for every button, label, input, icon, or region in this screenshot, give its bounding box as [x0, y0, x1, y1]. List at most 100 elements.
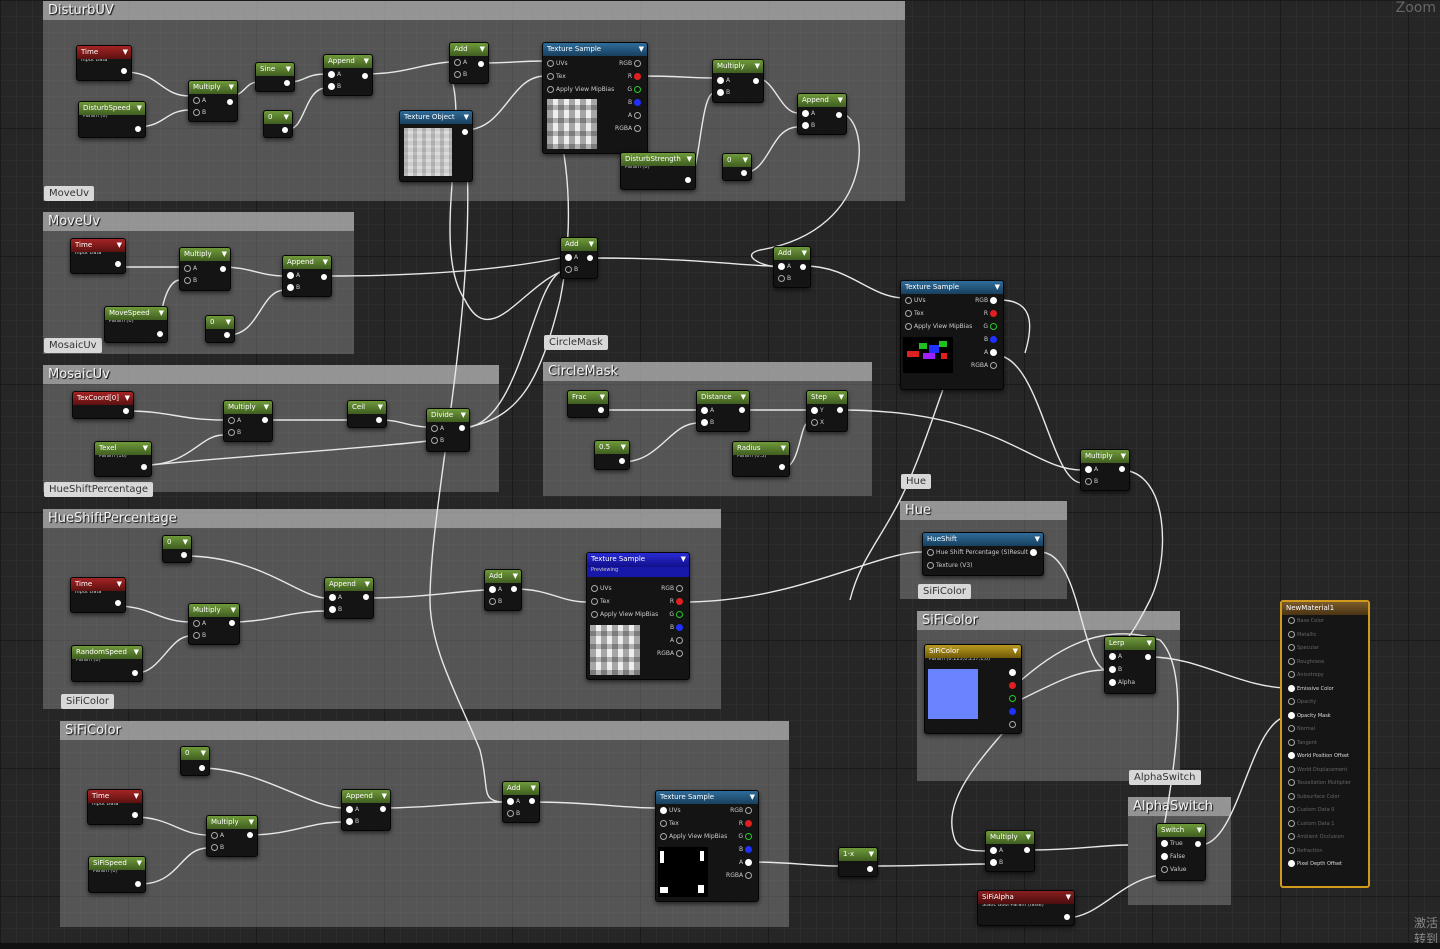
collapse-arrow-icon[interactable]: ▼	[869, 848, 874, 861]
collapse-arrow-icon[interactable]: ▼	[755, 60, 760, 73]
material-input-pin[interactable]: Roughness	[1282, 656, 1368, 670]
randomspeed-param-node[interactable]: RandomSpeed ▼ Param (0)	[71, 645, 143, 682]
output-pin[interactable]	[229, 620, 235, 626]
input-pin-a[interactable]: A	[802, 110, 815, 117]
input-pin-a[interactable]: A	[507, 798, 520, 805]
material-input-pin[interactable]: Normal	[1282, 723, 1368, 737]
sificolor-param-node[interactable]: SiFiColor ▼ Param (0.125,0.237,1,0)	[924, 644, 1022, 734]
collapse-arrow-icon[interactable]: ▼	[639, 43, 644, 56]
input-pin-alpha[interactable]: Alpha	[1109, 679, 1135, 686]
output-pin-a[interactable]: A	[670, 637, 685, 644]
comment-bubble-circlemask[interactable]: CircleMask	[544, 335, 608, 350]
output-pin[interactable]	[157, 331, 163, 337]
output-pin-b[interactable]: B	[670, 624, 685, 631]
input-pin-true[interactable]: True	[1161, 840, 1183, 847]
output-pin[interactable]	[462, 129, 468, 135]
multiply-node[interactable]: Multiply ▼ A B	[712, 59, 764, 103]
texcoord-node[interactable]: TexCoord[0] ▼	[72, 391, 134, 419]
collapse-arrow-icon[interactable]: ▼	[226, 316, 231, 329]
input-pin-b[interactable]: B	[1109, 666, 1122, 673]
input-pin-a[interactable]: A	[211, 832, 224, 839]
collapse-arrow-icon[interactable]: ▼	[134, 646, 139, 659]
material-input-pin[interactable]: Tangent	[1282, 737, 1368, 751]
output-pin[interactable]	[459, 425, 465, 431]
collapse-arrow-icon[interactable]: ▼	[461, 409, 466, 422]
material-input-pin[interactable]: Custom Data 1	[1282, 818, 1368, 832]
collapse-arrow-icon[interactable]: ▼	[222, 248, 227, 261]
input-pin-a[interactable]: A	[701, 407, 714, 414]
collapse-arrow-icon[interactable]: ▼	[743, 154, 748, 167]
output-pin-rgb[interactable]: RGB	[661, 585, 685, 592]
output-pin[interactable]	[247, 832, 253, 838]
output-pin-r[interactable]: R	[670, 598, 685, 605]
output-pin[interactable]	[121, 68, 127, 74]
collapse-arrow-icon[interactable]: ▼	[284, 111, 289, 124]
comment-disturbuv[interactable]: DisturbUV	[43, 1, 905, 201]
input-pin-a[interactable]: A	[717, 77, 730, 84]
collapse-arrow-icon[interactable]: ▼	[123, 46, 128, 59]
one-minus-node[interactable]: 1-x ▼	[838, 847, 878, 877]
input-pin-b[interactable]: B	[184, 277, 197, 284]
input-pin-a[interactable]: A	[328, 71, 341, 78]
output-pin[interactable]	[141, 464, 147, 470]
material-input-pin[interactable]: Metallic	[1282, 629, 1368, 643]
texture-sample-node[interactable]: Texture Sample ▼ Previewing UVs Tex Apply…	[586, 552, 690, 680]
append-node[interactable]: Append ▼ A B	[797, 93, 847, 135]
input-pin-texture[interactable]: Texture (V3)	[927, 562, 972, 569]
output-pin[interactable]	[132, 812, 138, 818]
output-pin[interactable]	[362, 73, 368, 79]
output-pin-rgba[interactable]: RGBA	[971, 362, 999, 369]
input-pin-a[interactable]: A	[1109, 653, 1122, 660]
add-node[interactable]: Add ▼ A B	[484, 569, 522, 611]
sifispeed-param-node[interactable]: SiFiSpeed ▼ Param (0)	[88, 856, 146, 893]
collapse-arrow-icon[interactable]: ▼	[531, 782, 536, 795]
collapse-arrow-icon[interactable]: ▼	[264, 401, 269, 414]
step-node[interactable]: Step ▼ Y X	[806, 390, 848, 432]
output-pin[interactable]	[115, 600, 121, 606]
input-pin-b[interactable]: B	[507, 810, 520, 817]
append-node[interactable]: Append ▼ A B	[341, 789, 391, 831]
collapse-arrow-icon[interactable]: ▼	[1066, 891, 1071, 904]
collapse-arrow-icon[interactable]: ▼	[183, 536, 188, 549]
texel-param-node[interactable]: Texel ▼ Param (16)	[94, 441, 152, 477]
constant-zero-node[interactable]: 0 ▼	[205, 315, 235, 343]
collapse-arrow-icon[interactable]: ▼	[681, 553, 686, 566]
input-pin-b[interactable]: B	[489, 598, 502, 605]
output-pin[interactable]	[321, 274, 327, 280]
output-pin[interactable]	[587, 255, 593, 261]
output-pin[interactable]	[115, 261, 121, 267]
append-node[interactable]: Append ▼ A B	[282, 255, 332, 297]
input-pin-mipbias[interactable]: Apply View MipBias	[660, 833, 727, 840]
multiply-node[interactable]: Multiply ▼ A B	[985, 830, 1035, 872]
input-pin-b[interactable]: B	[193, 109, 206, 116]
frac-node[interactable]: Frac ▼	[567, 390, 609, 418]
output-pin-g[interactable]	[1009, 695, 1018, 702]
switch-node[interactable]: Switch ▼ True False Value	[1156, 823, 1206, 881]
input-pin-y[interactable]: Y	[811, 407, 824, 414]
output-pin[interactable]	[741, 170, 747, 176]
collapse-arrow-icon[interactable]: ▼	[621, 441, 626, 454]
input-pin-b[interactable]: B	[454, 71, 467, 78]
multiply-node[interactable]: Multiply ▼ A B	[188, 603, 240, 645]
comment-bubble-hue[interactable]: Hue	[901, 474, 932, 489]
output-pin-a[interactable]: A	[628, 112, 643, 119]
collapse-arrow-icon[interactable]: ▼	[1013, 645, 1018, 658]
output-pin[interactable]	[282, 127, 288, 133]
output-pin-r[interactable]	[1009, 682, 1018, 689]
input-pin-b[interactable]: B	[346, 818, 359, 825]
constant-zero-node[interactable]: 0 ▼	[263, 110, 293, 138]
collapse-arrow-icon[interactable]: ▼	[513, 570, 518, 583]
input-pin-a[interactable]: A	[489, 586, 502, 593]
material-input-pin[interactable]: Specular	[1282, 642, 1368, 656]
collapse-arrow-icon[interactable]: ▼	[480, 43, 485, 56]
input-pin-tex[interactable]: Tex	[905, 310, 924, 317]
collapse-arrow-icon[interactable]: ▼	[134, 790, 139, 803]
material-input-pin[interactable]: Pixel Depth Offset	[1282, 858, 1368, 872]
output-pin[interactable]	[284, 80, 290, 86]
collapse-arrow-icon[interactable]: ▼	[323, 256, 328, 269]
add-node[interactable]: Add ▼ A B	[773, 246, 811, 288]
collapse-arrow-icon[interactable]: ▼	[687, 153, 692, 166]
comment-bubble-alphaswitch[interactable]: AlphaSwitch	[1129, 770, 1201, 785]
input-pin-b[interactable]: B	[717, 89, 730, 96]
time-node[interactable]: Time ▼ Input Data	[87, 789, 143, 825]
